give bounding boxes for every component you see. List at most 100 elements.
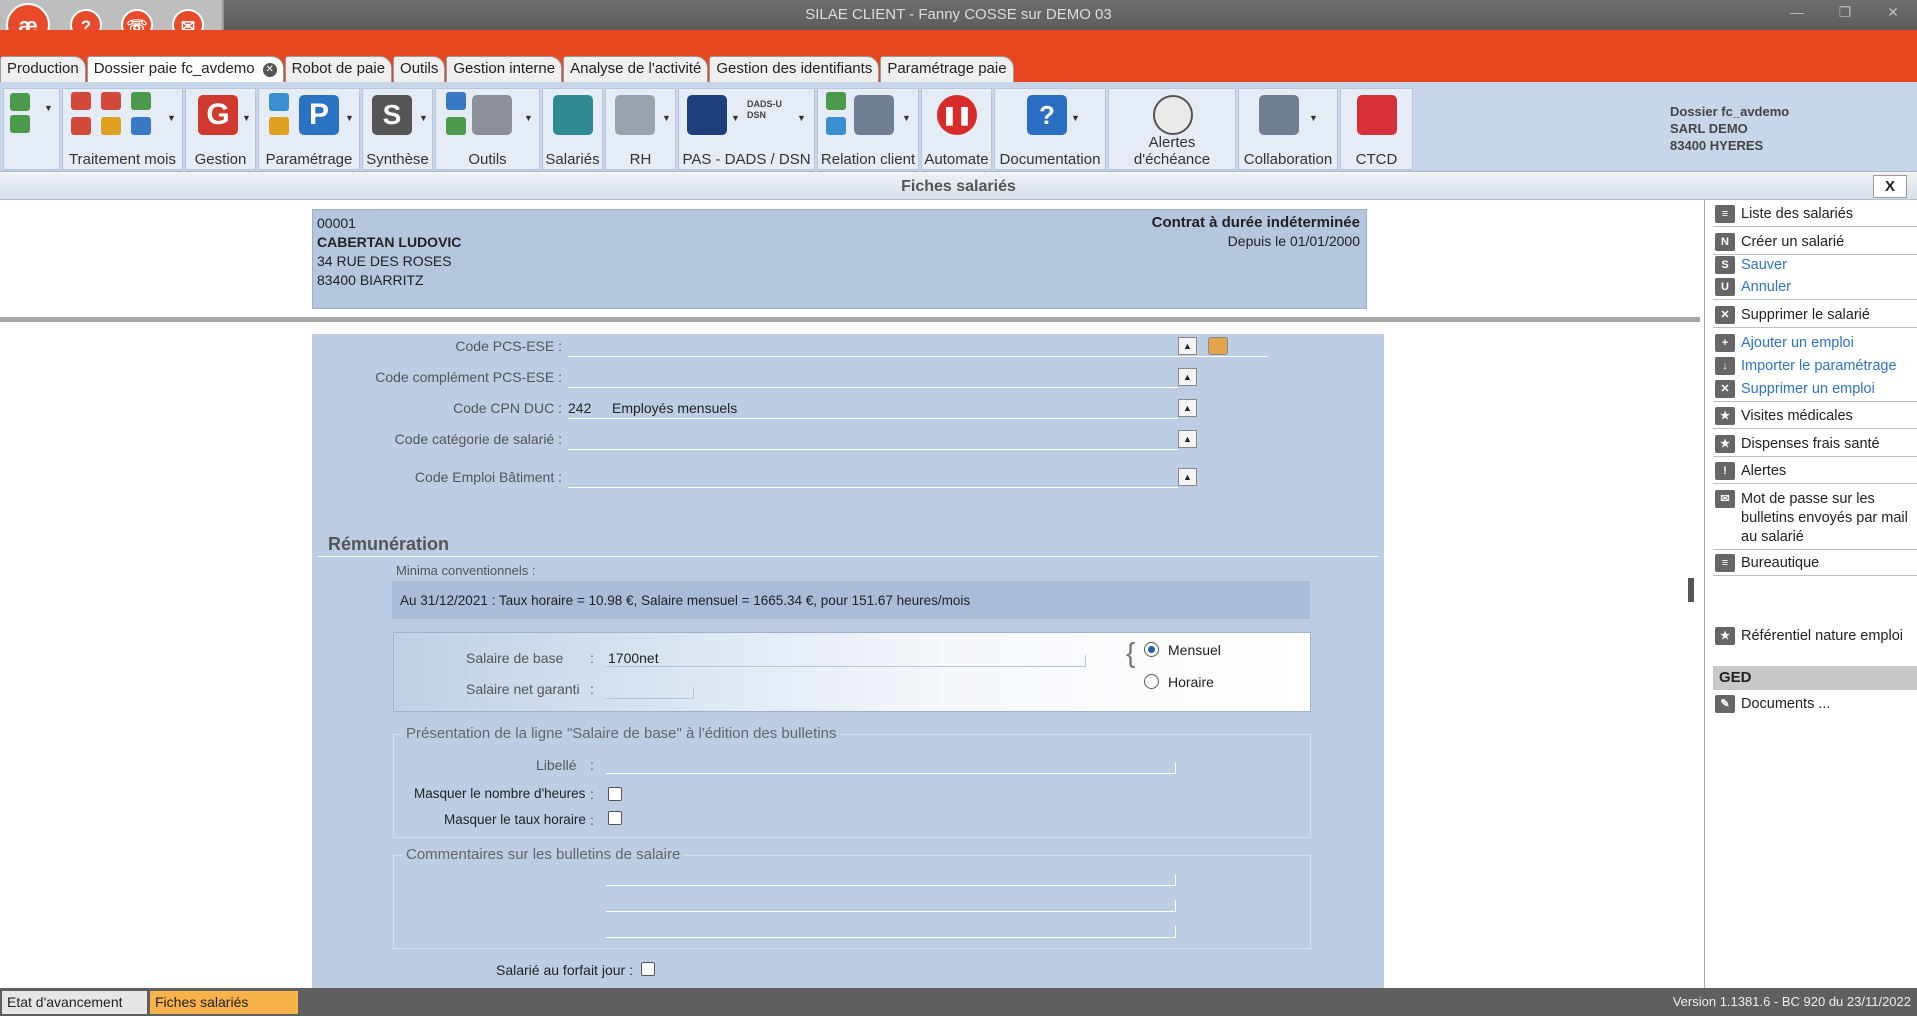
- cpn-duc-value: Employés mensuels: [612, 400, 738, 416]
- group-label: Relation client: [820, 151, 916, 168]
- libelle-field[interactable]: [606, 762, 1176, 774]
- pcs-ese-complement-field[interactable]: [568, 387, 1178, 388]
- tab-gestion-interne[interactable]: Gestion interne: [446, 56, 563, 82]
- commentaires-legend: Commentaires sur les bulletins de salair…: [402, 846, 685, 863]
- group-label: Alertes d'échéance: [1133, 134, 1211, 168]
- forfait-jour-checkbox[interactable]: [641, 962, 655, 976]
- cpn-duc-field[interactable]: [568, 418, 1178, 419]
- mot-de-passe-bulletins-link[interactable]: ✉ Mot de passe sur les bulletins envoyés …: [1713, 490, 1917, 550]
- sauver-link[interactable]: S Sauver: [1713, 256, 1917, 277]
- bureautique-link[interactable]: ≡ Bureautique: [1713, 554, 1917, 576]
- scrollbar-thumb[interactable]: [1688, 578, 1694, 602]
- masquer-taux-label: Masquer le taux horaire: [444, 812, 586, 827]
- supprimer-salarie-link[interactable]: ✕ Supprimer le salarié: [1713, 306, 1917, 328]
- dispenses-frais-sante-link[interactable]: ★ Dispenses frais santé: [1713, 435, 1917, 457]
- pause-icon: ❚❚: [937, 95, 977, 135]
- synthese-icon: S: [372, 95, 412, 135]
- categorie-salarie-lookup-button[interactable]: ▲: [1178, 430, 1197, 448]
- tab-outils[interactable]: Outils: [393, 56, 446, 82]
- ribbon-group-ctcd[interactable]: CTCD: [1340, 88, 1413, 170]
- bank-icon: [687, 95, 727, 135]
- pcs-ese-search-icon[interactable]: [1208, 337, 1228, 355]
- status-tab-etat-avancement[interactable]: Etat d'avancement: [2, 991, 147, 1014]
- colon: :: [590, 812, 594, 828]
- tab-parametrage-paie[interactable]: Paramétrage paie: [880, 56, 1014, 82]
- cpn-duc-code[interactable]: 242: [568, 400, 591, 416]
- commentaire-line-2[interactable]: [606, 900, 1176, 912]
- maximize-button[interactable]: ❐: [1834, 4, 1856, 24]
- categorie-salarie-field[interactable]: [568, 449, 1178, 450]
- ribbon-group-synthese[interactable]: S ▼ Synthèse: [362, 88, 433, 170]
- masquer-heures-checkbox[interactable]: [608, 787, 622, 801]
- gestion-g-icon: G: [198, 95, 238, 135]
- import-icon: ↓: [1715, 357, 1735, 375]
- main-tabs: Production Dossier paie fc_avdemo ✕ Robot…: [0, 56, 1015, 82]
- employee-address-line1: 34 RUE DES ROSES: [317, 253, 452, 269]
- ribbon-group-dossier[interactable]: ▼: [3, 88, 60, 170]
- ribbon-group-outils[interactable]: ▼ Outils: [435, 88, 540, 170]
- close-tab-icon[interactable]: ✕: [262, 63, 277, 77]
- ctcd-icon: [1357, 95, 1397, 135]
- emploi-batiment-lookup-button[interactable]: ▲: [1178, 468, 1197, 486]
- status-tab-fiches-salaries[interactable]: Fiches salariés: [150, 991, 298, 1014]
- ajouter-emploi-link[interactable]: + Ajouter un emploi: [1713, 334, 1917, 355]
- importer-parametrage-link[interactable]: ↓ Importer le paramétrage: [1713, 357, 1917, 378]
- group-label: Paramétrage: [265, 151, 353, 168]
- radio-mensuel[interactable]: [1144, 642, 1159, 657]
- masquer-taux-checkbox[interactable]: [608, 811, 622, 825]
- annuler-link[interactable]: U Annuler: [1713, 278, 1917, 300]
- ribbon-group-gestion[interactable]: G ▼ Gestion: [185, 88, 256, 170]
- tab-gestion-identifiants[interactable]: Gestion des identifiants: [709, 56, 880, 82]
- ribbon-group-pas-dads-dsn[interactable]: ▼ DADS-U DSN ▼ PAS - DADS / DSN: [678, 88, 815, 170]
- tab-dossier-paie[interactable]: Dossier paie fc_avdemo ✕: [86, 56, 284, 82]
- emploi-batiment-field[interactable]: [568, 487, 1178, 488]
- action-label: Annuler: [1741, 279, 1791, 295]
- tools-icon: [472, 95, 512, 135]
- referentiel-nature-emploi-link[interactable]: ★ Référentiel nature emploi: [1713, 627, 1917, 648]
- close-section-button[interactable]: X: [1873, 175, 1907, 198]
- radio-horaire[interactable]: [1144, 674, 1159, 689]
- splitter[interactable]: [0, 317, 1700, 322]
- ribbon-group-relation-client[interactable]: ▼ Relation client: [817, 88, 919, 170]
- liste-salaries-link[interactable]: ≡ Liste des salariés: [1713, 205, 1917, 227]
- ribbon-group-parametrage[interactable]: P ▼ Paramétrage: [258, 88, 360, 170]
- ribbon-group-rh[interactable]: ▼ RH: [605, 88, 676, 170]
- presentation-legend: Présentation de la ligne "Salaire de bas…: [402, 725, 841, 742]
- edit-icon: ✎: [1715, 695, 1735, 713]
- ribbon-group-documentation[interactable]: ? ▼ Documentation: [994, 88, 1106, 170]
- ribbon-group-salaries[interactable]: Salariés: [542, 88, 603, 170]
- ribbon-group-alertes-echeance[interactable]: Alertes d'échéance: [1108, 88, 1236, 170]
- version-label: Version 1.1381.6 - BC 920 du 23/11/2022: [1672, 994, 1911, 1009]
- euro-icon: [269, 93, 289, 111]
- alertes-link[interactable]: ! Alertes: [1713, 462, 1917, 484]
- salaire-net-garanti-field[interactable]: [606, 687, 694, 699]
- new-icon: N: [1715, 233, 1735, 251]
- ribbon-group-automate[interactable]: ❚❚ Automate: [921, 88, 992, 170]
- documents-link[interactable]: ✎ Documents ...: [1713, 695, 1917, 716]
- ribbon-group-traitement-mois[interactable]: ▼ Traitement mois: [62, 88, 183, 170]
- mail-icon: ✉: [1715, 490, 1735, 508]
- visites-medicales-link[interactable]: ★ Visites médicales: [1713, 407, 1917, 429]
- chevron-down-icon: ▼: [242, 113, 251, 123]
- salaire-base-field[interactable]: [606, 655, 1086, 667]
- chevron-down-icon: ▼: [731, 113, 740, 123]
- pcs-ese-lookup-button[interactable]: ▲: [1178, 337, 1197, 355]
- close-window-button[interactable]: ✕: [1882, 4, 1904, 24]
- commentaire-line-3[interactable]: [606, 926, 1176, 938]
- cpn-duc-lookup-button[interactable]: ▲: [1178, 399, 1197, 417]
- action-label: Bureautique: [1741, 555, 1820, 571]
- minima-label: Minima conventionnels :: [396, 563, 536, 578]
- tab-production[interactable]: Production: [0, 56, 86, 82]
- pcs-ese-complement-lookup-button[interactable]: ▲: [1178, 368, 1197, 386]
- tab-robot-de-paie[interactable]: Robot de paie: [284, 56, 393, 82]
- libelle-label: Libellé: [536, 757, 577, 773]
- save-icon: S: [1715, 256, 1735, 274]
- ribbon-group-collaboration[interactable]: ▼ Collaboration: [1238, 88, 1338, 170]
- minimize-button[interactable]: —: [1786, 4, 1808, 24]
- commentaire-line-1[interactable]: [606, 874, 1176, 886]
- supprimer-emploi-link[interactable]: ✕ Supprimer un emploi: [1713, 380, 1917, 402]
- creer-salarie-link[interactable]: N Créer un salarié: [1713, 233, 1917, 255]
- traitement-icon: [131, 92, 151, 110]
- pcs-ese-field[interactable]: [568, 356, 1268, 357]
- tab-analyse-activite[interactable]: Analyse de l'activité: [563, 56, 709, 82]
